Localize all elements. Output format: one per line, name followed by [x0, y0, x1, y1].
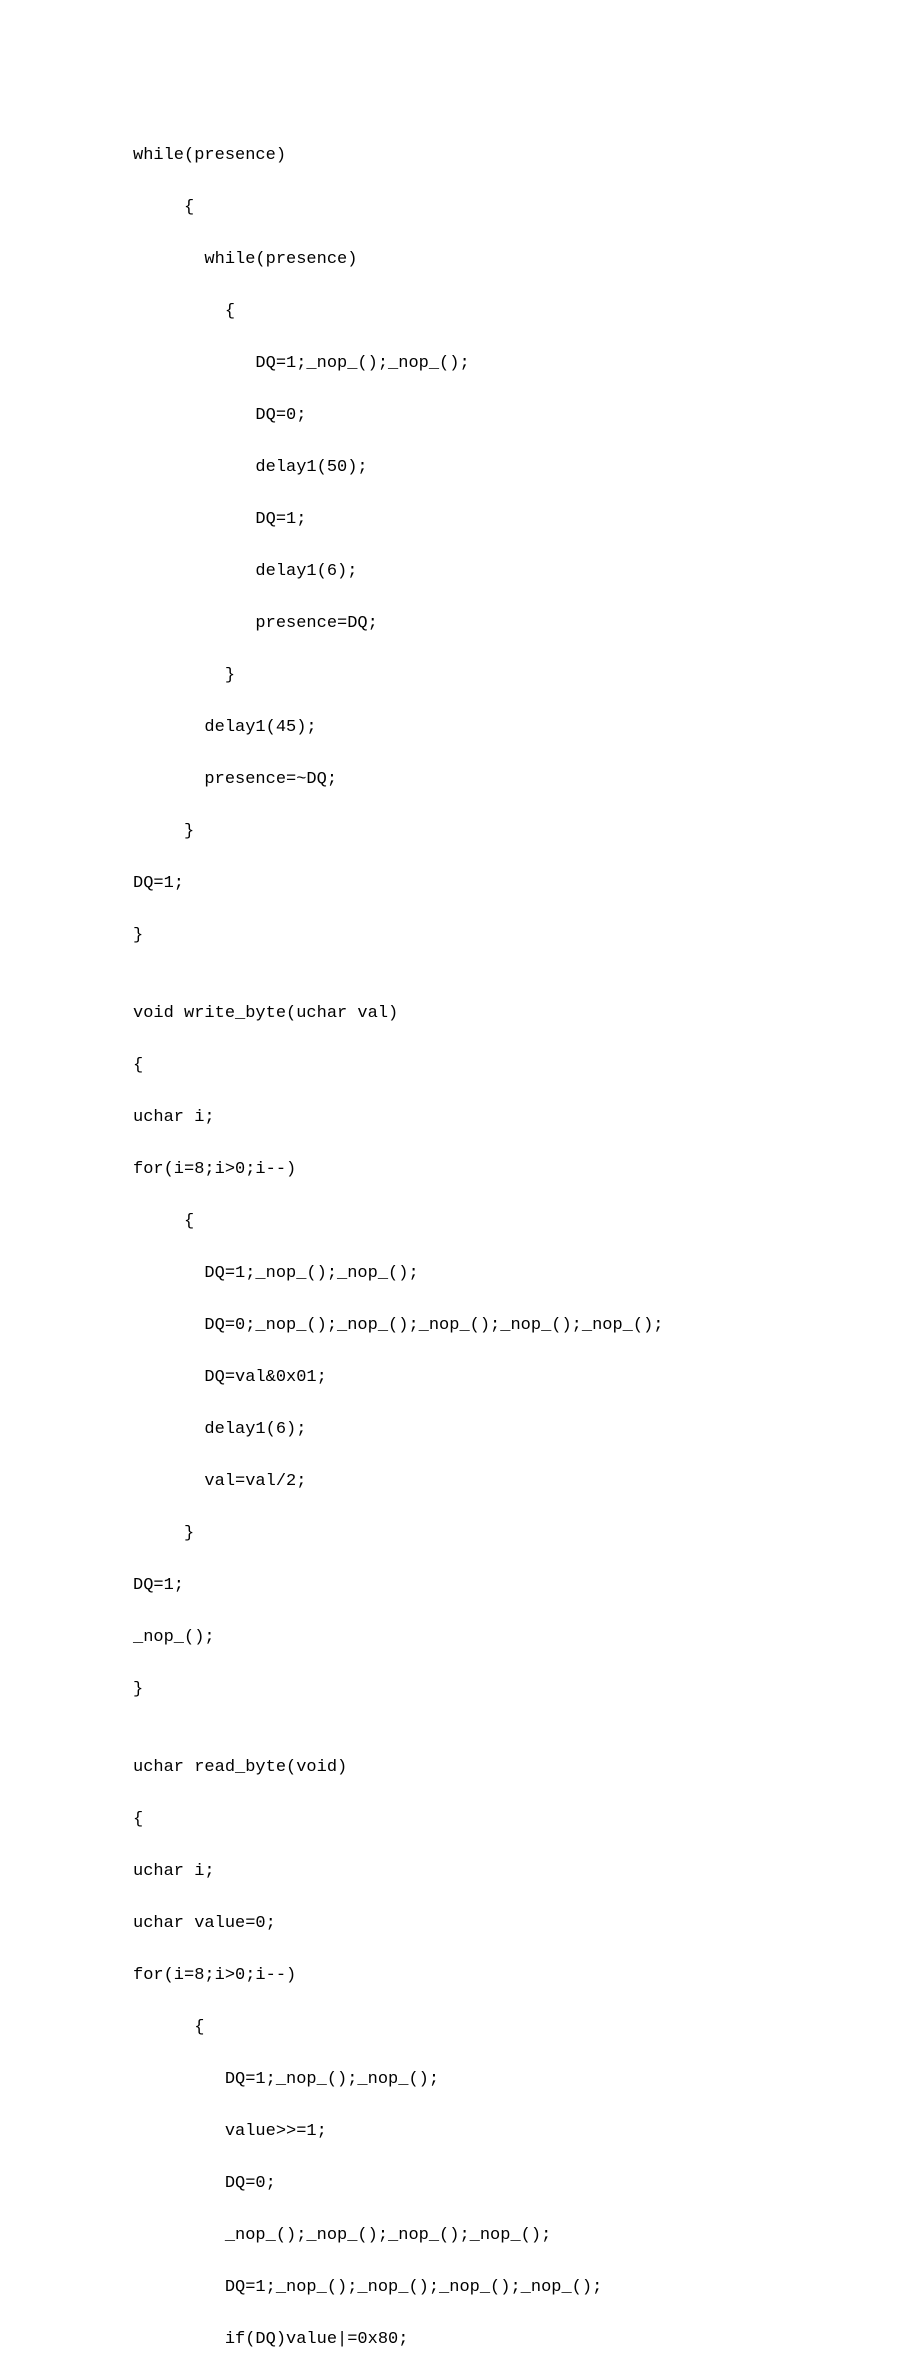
code-line: }	[133, 1677, 920, 1703]
code-line: }	[133, 923, 920, 949]
code-line: }	[133, 819, 920, 845]
code-line: delay1(6);	[133, 559, 920, 585]
code-line: {	[133, 1807, 920, 1833]
code-line: DQ=1;_nop_();_nop_();	[133, 351, 920, 377]
code-line: DQ=1;	[133, 871, 920, 897]
code-line: DQ=0;_nop_();_nop_();_nop_();_nop_();_no…	[133, 1313, 920, 1339]
code-line: while(presence)	[133, 247, 920, 273]
code-line: presence=DQ;	[133, 611, 920, 637]
code-line: DQ=1;	[133, 507, 920, 533]
code-line: {	[133, 299, 920, 325]
code-line: for(i=8;i>0;i--)	[133, 1157, 920, 1183]
code-line: uchar i;	[133, 1105, 920, 1131]
code-line: delay1(45);	[133, 715, 920, 741]
code-line: DQ=1;	[133, 1573, 920, 1599]
code-line: uchar i;	[133, 1859, 920, 1885]
code-line: _nop_();	[133, 1625, 920, 1651]
code-line: uchar read_byte(void)	[133, 1755, 920, 1781]
code-line: }	[133, 663, 920, 689]
code-line: }	[133, 1521, 920, 1547]
code-line: delay1(6);	[133, 1417, 920, 1443]
code-line: presence=~DQ;	[133, 767, 920, 793]
code-line: DQ=val&0x01;	[133, 1365, 920, 1391]
code-line: while(presence)	[133, 143, 920, 169]
code-line: DQ=1;_nop_();_nop_();_nop_();_nop_();	[133, 2275, 920, 2301]
code-line: uchar value=0;	[133, 1911, 920, 1937]
code-line: DQ=1;_nop_();_nop_();	[133, 1261, 920, 1287]
code-line: val=val/2;	[133, 1469, 920, 1495]
code-line: {	[133, 1053, 920, 1079]
code-line: {	[133, 1209, 920, 1235]
code-line: {	[133, 2015, 920, 2041]
code-line: for(i=8;i>0;i--)	[133, 1963, 920, 1989]
code-line: DQ=0;	[133, 403, 920, 429]
code-line: void write_byte(uchar val)	[133, 1001, 920, 1027]
code-document: while(presence) { while(presence) { DQ=1…	[0, 0, 920, 2379]
code-line: if(DQ)value|=0x80;	[133, 2327, 920, 2353]
code-line: {	[133, 195, 920, 221]
code-line: value>>=1;	[133, 2119, 920, 2145]
code-line: DQ=1;_nop_();_nop_();	[133, 2067, 920, 2093]
code-line: _nop_();_nop_();_nop_();_nop_();	[133, 2223, 920, 2249]
code-line: DQ=0;	[133, 2171, 920, 2197]
code-line: delay1(50);	[133, 455, 920, 481]
